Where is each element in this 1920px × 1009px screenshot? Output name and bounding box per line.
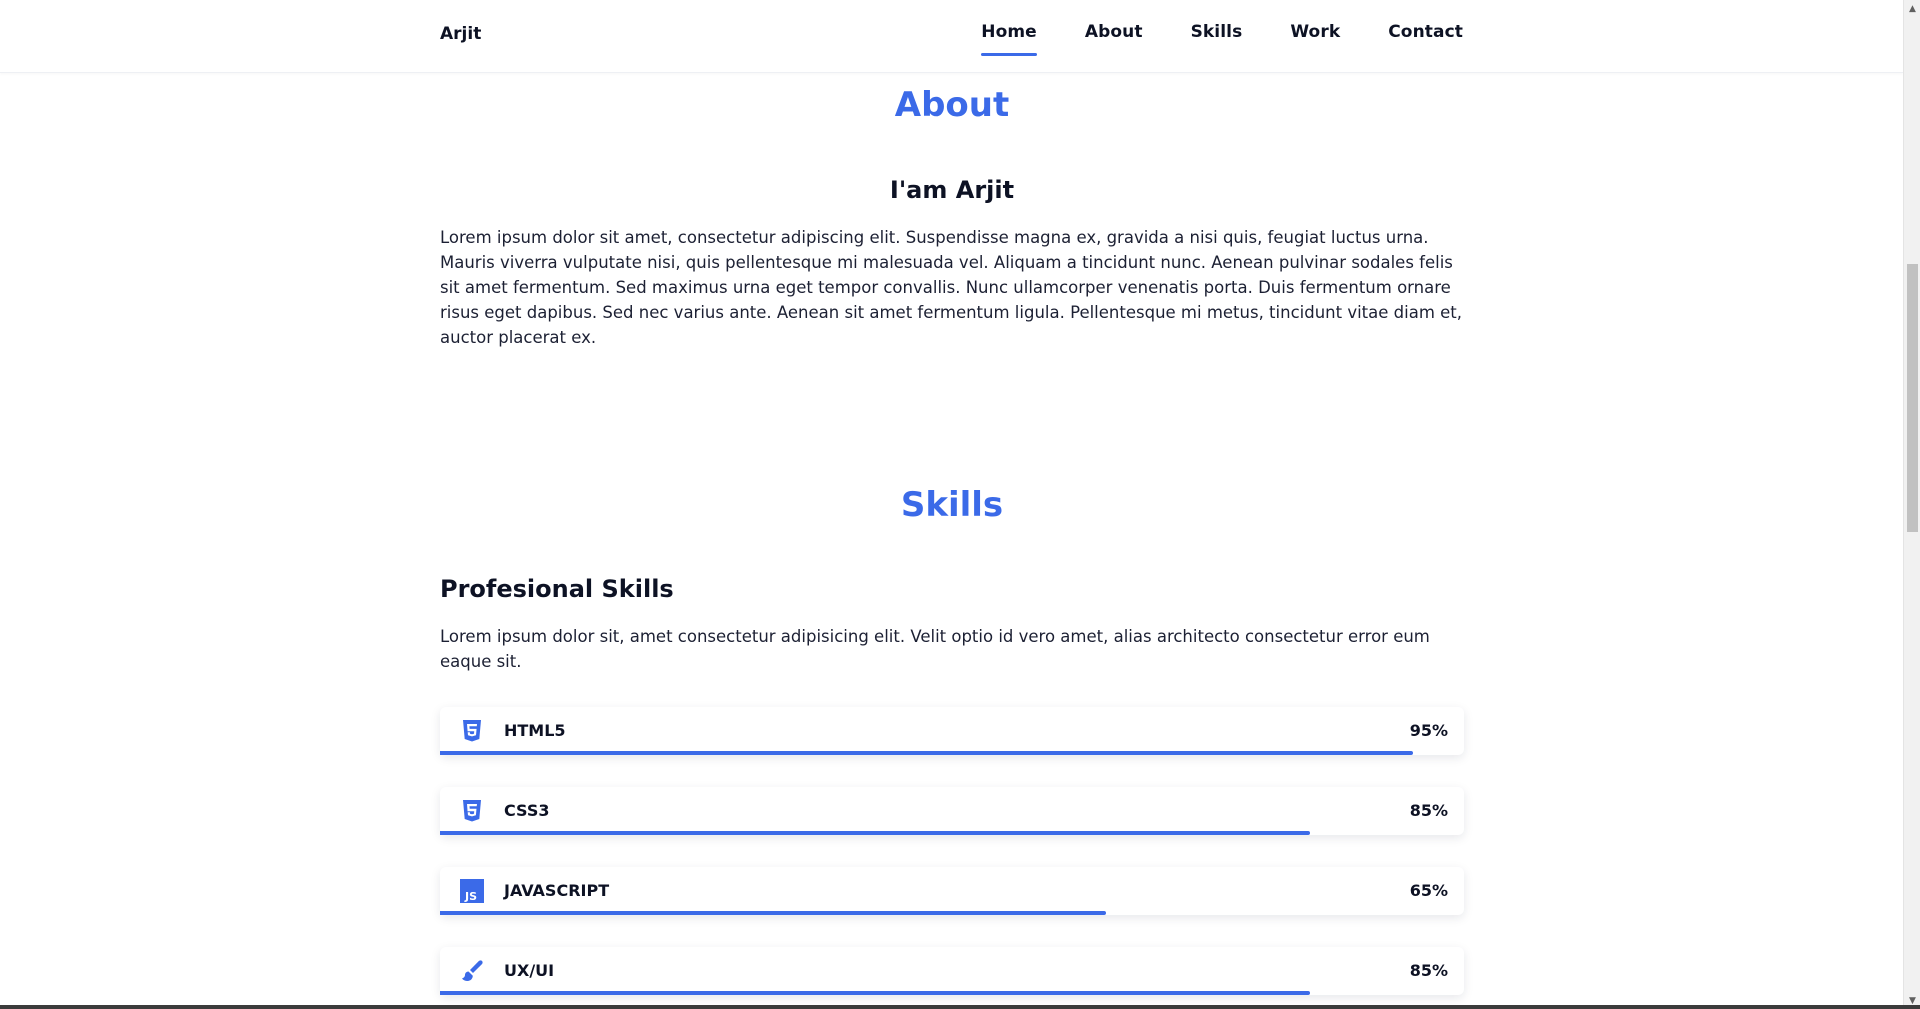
site-header: Arjit Home About Skills Work Contact xyxy=(0,0,1903,73)
brush-icon xyxy=(460,959,484,983)
about-paragraph: Lorem ipsum dolor sit amet, consectetur … xyxy=(440,228,1463,347)
skill-progress-bar xyxy=(440,831,1311,835)
about-subtitle: I'am Arjit xyxy=(889,176,1015,204)
html5-icon xyxy=(460,719,484,743)
skills-subtitle: Profesional Skills xyxy=(440,575,674,603)
page: Arjit Home About Skills Work Contact Abo… xyxy=(0,0,1903,1009)
javascript-icon: JS xyxy=(460,879,484,903)
skill-item-javascript: JS JAVASCRIPT 65% xyxy=(440,867,1464,915)
window-bottom-border xyxy=(0,1005,1920,1009)
skill-name: UX/UI xyxy=(504,961,555,980)
skill-percent: 65% xyxy=(1409,881,1448,900)
skill-percent: 85% xyxy=(1409,961,1448,980)
skill-percent: 95% xyxy=(1409,721,1448,740)
skill-item-uxui: UX/UI 85% xyxy=(440,947,1464,995)
skill-progress-bar xyxy=(440,911,1106,915)
skill-item-css3: CSS3 85% xyxy=(440,787,1464,835)
skill-progress-bar xyxy=(440,751,1413,755)
main-nav: Home About Skills Work Contact xyxy=(981,22,1463,56)
skill-list: HTML5 95% CSS3 85% JS JAVASCRIPT 65% UX/… xyxy=(440,707,1464,1009)
skill-name: JAVASCRIPT xyxy=(504,881,610,900)
skill-progress-bar xyxy=(440,991,1311,995)
skill-percent: 85% xyxy=(1409,801,1448,820)
scrollbar-thumb[interactable] xyxy=(1907,264,1918,532)
vertical-scrollbar[interactable]: ▲ ▼ xyxy=(1903,0,1920,1009)
nav-link-contact[interactable]: Contact xyxy=(1388,22,1463,50)
skill-name: HTML5 xyxy=(504,721,566,740)
svg-text:JS: JS xyxy=(464,890,477,903)
skill-name: CSS3 xyxy=(504,801,550,820)
skill-item-html5: HTML5 95% xyxy=(440,707,1464,755)
nav-link-work[interactable]: Work xyxy=(1290,22,1340,50)
skills-section-title: Skills xyxy=(900,485,1004,525)
about-section-title: About xyxy=(894,85,1010,125)
css3-icon xyxy=(460,799,484,823)
brand-logo-link[interactable]: Arjit xyxy=(440,24,481,44)
scroll-up-arrow-icon[interactable]: ▲ xyxy=(1904,0,1920,17)
skills-paragraph: Lorem ipsum dolor sit, amet consectetur … xyxy=(440,627,1430,671)
nav-link-about[interactable]: About xyxy=(1085,22,1143,50)
nav-link-skills[interactable]: Skills xyxy=(1191,22,1243,50)
nav-link-home[interactable]: Home xyxy=(981,22,1037,56)
